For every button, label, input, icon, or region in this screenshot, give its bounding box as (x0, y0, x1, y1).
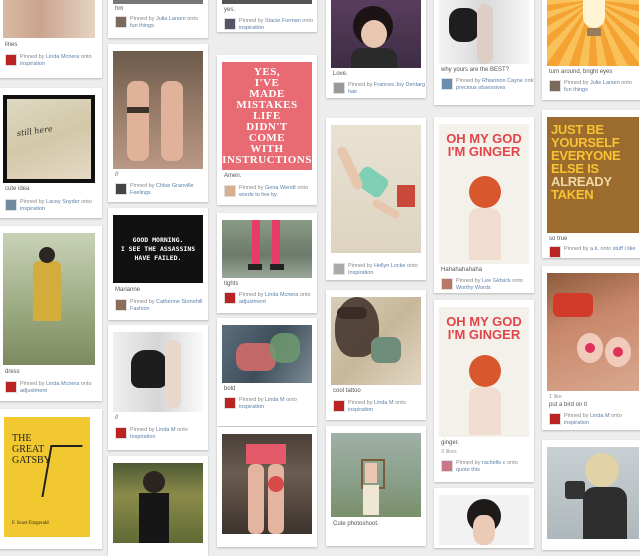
pin-caption: why yours are the BEST? (441, 67, 510, 73)
pin-image[interactable] (439, 495, 529, 545)
pin-caption: tights (224, 281, 239, 287)
pin-card[interactable]: tights Pinned by Linda Mcnera onto adjus… (217, 213, 317, 313)
pin-image[interactable] (113, 0, 203, 4)
pin-image[interactable]: JUST BE YOURSELF EVERYONE ELSE IS ALREAD… (547, 117, 639, 233)
pin-caption: dress (5, 369, 20, 375)
avatar[interactable] (441, 78, 453, 90)
avatar[interactable] (115, 16, 127, 28)
pin-card[interactable]: Pinned by Hollyn Locke onto Inspiration (326, 118, 426, 280)
pin-image[interactable] (547, 0, 639, 66)
pin-caption: ginger. (441, 440, 460, 446)
book-author: F. Scott Fitzgerald (12, 521, 49, 526)
pin-image[interactable] (113, 463, 203, 543)
pin-card[interactable]: OH MY GOD I'M GINGER Hahahahahaha Pinned… (434, 117, 534, 293)
pin-image[interactable] (222, 0, 312, 4)
pin-image[interactable]: YES, I'VE MADE MISTAKES LIFE DIDN'T COME… (222, 62, 312, 170)
pin-card[interactable]: cool tattoo Pinned by Linda M onto inspi… (326, 290, 426, 420)
pin-image[interactable] (547, 447, 639, 539)
avatar[interactable] (441, 460, 453, 472)
pin-image[interactable] (439, 0, 529, 64)
avatar[interactable] (5, 199, 17, 211)
pin-stats: 1 like (549, 394, 562, 400)
avatar[interactable] (5, 54, 17, 66)
pin-caption: cute idea (5, 186, 30, 192)
pin-caption: Hahahahahaha (441, 267, 483, 273)
pin-image[interactable] (222, 325, 312, 383)
pin-image[interactable]: OH MY GOD I'M GINGER (439, 307, 529, 437)
pin-caption: bold (224, 386, 236, 392)
pin-card[interactable]: // Pinned by Linda M onto Inspiration (108, 325, 208, 450)
pin-card[interactable]: OH MY GOD I'M GINGER ginger. 3 likes Pin… (434, 300, 534, 482)
pin-caption: turn around, bright eyes (549, 69, 613, 75)
avatar[interactable] (224, 18, 236, 30)
pin-caption: yes. (224, 7, 236, 13)
avatar[interactable] (224, 397, 236, 409)
avatar[interactable] (224, 185, 236, 197)
pin-card[interactable]: 1 like put a bird on it Pinned by Linda … (542, 266, 640, 430)
avatar[interactable] (115, 427, 127, 439)
pin-card[interactable]: YES, I'VE MADE MISTAKES LIFE DIDN'T COME… (217, 55, 317, 205)
pin-card[interactable]: GOOD MORNING. I SEE THE ASSASSINS HAVE F… (108, 208, 208, 320)
pin-image[interactable]: THE GREAT GATSBY F. Scott Fitzgerald (4, 417, 90, 537)
avatar[interactable] (441, 278, 453, 290)
pin-image[interactable] (331, 0, 421, 68)
avatar[interactable] (333, 400, 345, 412)
pin-image[interactable] (222, 434, 312, 534)
pin-card[interactable]: yes. Pinned by Stacie Forman onto inspir… (217, 0, 317, 32)
pin-image[interactable] (113, 332, 203, 412)
pin-card[interactable] (434, 488, 534, 548)
pin-caption: Cute photoshoot. (333, 521, 379, 527)
pin-card[interactable]: why yours are the BEST? Pinned by Rhiann… (434, 0, 534, 105)
pin-card[interactable]: // Pinned by Chloe Granville Feelings (108, 44, 208, 202)
pin-card[interactable]: JUST BE YOURSELF EVERYONE ELSE IS ALREAD… (542, 110, 640, 258)
pin-card[interactable]: dress Pinned by Linda Mcnera onto adjust… (0, 226, 102, 401)
pin-card[interactable] (217, 427, 317, 547)
pin-caption: lines (5, 42, 18, 48)
pin-caption: Amen. (224, 173, 242, 179)
pin-card[interactable]: hm Pinned by Julia Larsen onto fun thing… (108, 0, 208, 38)
pin-card[interactable]: lines Pinned by Linda Mcnera onto inspir… (0, 0, 102, 78)
pin-image[interactable]: OH MY GOD I'M GINGER (439, 124, 529, 264)
pin-card[interactable]: bold Pinned by Linda M onto inspiration (217, 318, 317, 426)
pin-card[interactable]: still here cute idea Pinned by Lacey Sny… (0, 88, 102, 218)
pin-card[interactable]: THE GREAT GATSBY F. Scott Fitzgerald (0, 409, 102, 549)
pin-card[interactable]: Cute photoshoot. (326, 426, 426, 546)
pin-caption: cool tattoo (333, 388, 361, 394)
avatar[interactable] (115, 183, 127, 195)
book-title: THE GREAT GATSBY (12, 433, 51, 466)
avatar[interactable] (333, 82, 345, 94)
pin-image[interactable] (331, 125, 421, 253)
pin-caption: so true (549, 236, 568, 242)
pin-image[interactable]: still here (3, 95, 95, 183)
avatar[interactable] (549, 80, 561, 92)
pin-card[interactable]: Love. Pinned by Frances Joy Dentarg onto… (326, 0, 426, 98)
pin-card[interactable] (108, 456, 208, 556)
pin-image[interactable] (3, 0, 95, 38)
pin-card[interactable]: turn around, bright eyes Pinned by Julie… (542, 0, 640, 100)
pin-caption: Love. (333, 71, 348, 77)
pin-card[interactable] (542, 440, 640, 550)
avatar[interactable] (549, 413, 561, 425)
pin-caption: hm (115, 6, 124, 12)
pin-caption: // (115, 415, 119, 421)
pin-image[interactable] (3, 233, 95, 365)
pin-caption: put a bird on it (549, 402, 588, 408)
pin-image[interactable] (331, 297, 421, 385)
avatar[interactable] (549, 246, 561, 258)
pin-image[interactable] (113, 51, 203, 169)
pin-image[interactable] (222, 220, 312, 278)
avatar[interactable] (333, 263, 345, 275)
pin-image[interactable] (331, 433, 421, 517)
pin-caption: // (115, 172, 119, 178)
pin-caption: Marianne (115, 287, 141, 293)
pin-stats: 3 likes (441, 449, 457, 455)
pin-image[interactable] (547, 273, 639, 391)
avatar[interactable] (224, 292, 236, 304)
avatar[interactable] (5, 381, 17, 393)
pin-image[interactable]: GOOD MORNING. I SEE THE ASSASSINS HAVE F… (113, 215, 203, 283)
avatar[interactable] (115, 299, 127, 311)
